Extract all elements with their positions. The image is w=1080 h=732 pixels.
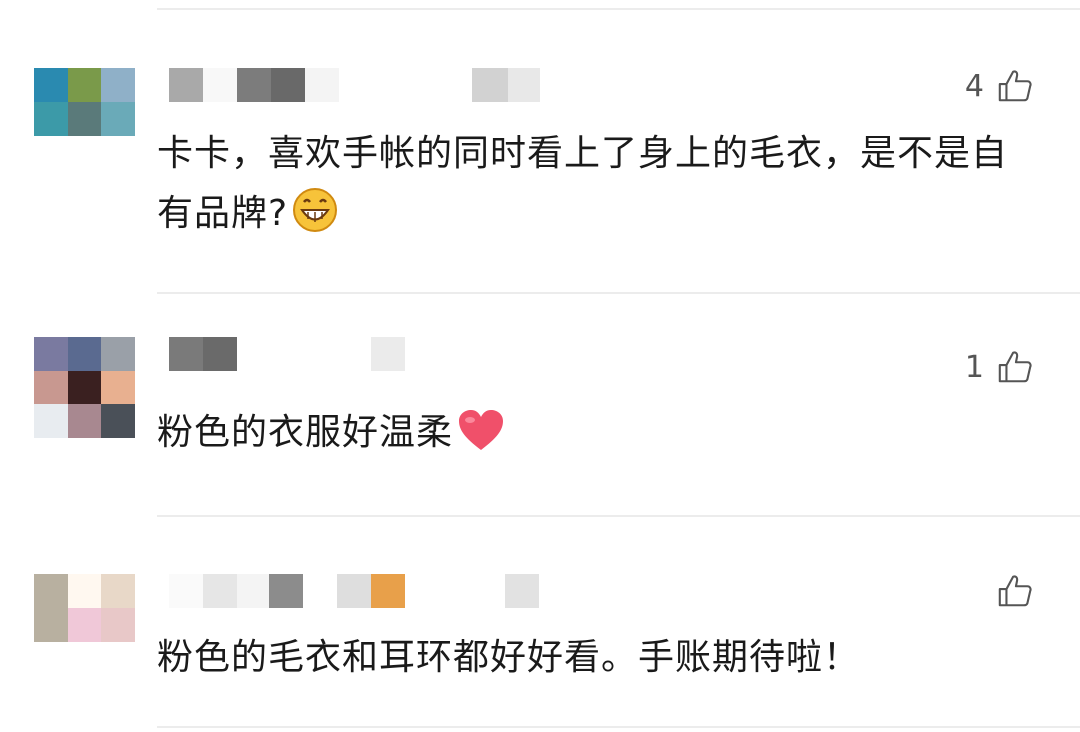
comment-text-content: 粉色的衣服好温柔 (157, 412, 454, 453)
avatar-pixel (34, 404, 68, 438)
avatar[interactable] (34, 574, 135, 642)
avatar-pixel (34, 102, 68, 136)
mosaic-block (371, 337, 405, 371)
mosaic-block (237, 574, 269, 608)
username-mosaic[interactable] (157, 574, 757, 608)
avatar-pixel (34, 337, 68, 371)
mosaic-block (271, 68, 305, 102)
avatar-pixel (67, 102, 102, 136)
comment-text-content: 卡卡，喜欢手帐的同时看上了身上的毛衣，是不是自有品牌? (157, 133, 1009, 234)
username-mosaic[interactable] (157, 68, 757, 102)
mosaic-block (203, 337, 237, 371)
mosaic-block (203, 574, 237, 608)
avatar[interactable] (34, 68, 135, 136)
divider (157, 726, 1080, 728)
mosaic-block (337, 574, 371, 608)
like-button[interactable]: 1 (965, 348, 1034, 386)
mosaic-block (203, 68, 237, 102)
avatar-pixel (34, 68, 68, 102)
mosaic-block (269, 574, 303, 608)
avatar-pixel (67, 337, 102, 371)
avatar-pixel (67, 608, 102, 642)
thumbs-up-icon (996, 348, 1034, 386)
comment-text: 粉色的毛衣和耳环都好好看。手账期待啦！ (157, 628, 1037, 688)
avatar-pixel (101, 404, 135, 438)
avatar[interactable] (34, 337, 135, 438)
avatar-pixel (67, 574, 102, 608)
avatar-pixel (34, 574, 68, 608)
divider (157, 8, 1080, 10)
comment-text-content: 粉色的毛衣和耳环都好好看。手账期待啦！ (157, 637, 861, 678)
avatar-pixel (67, 68, 102, 102)
thumbs-up-icon (996, 67, 1034, 105)
username-mosaic[interactable] (157, 337, 757, 371)
avatar-pixel (34, 608, 68, 642)
avatar-pixel (101, 370, 135, 405)
mosaic-block (169, 574, 203, 608)
grinning-face-emoji (292, 187, 338, 252)
comment-text: 粉色的衣服好温柔 (157, 403, 1037, 471)
mosaic-block (371, 574, 405, 608)
avatar-pixel (101, 102, 135, 136)
mosaic-block (237, 68, 271, 102)
mosaic-block (505, 574, 539, 608)
mosaic-block (508, 68, 540, 102)
thumbs-up-icon (996, 572, 1034, 610)
mosaic-block (169, 68, 203, 102)
avatar-pixel (34, 370, 68, 405)
like-button[interactable] (984, 572, 1034, 610)
avatar-pixel (101, 68, 135, 102)
avatar-pixel (67, 404, 102, 438)
avatar-pixel (101, 574, 135, 608)
mosaic-block (305, 68, 339, 102)
like-count: 4 (964, 68, 984, 104)
avatar-pixel (67, 370, 102, 405)
comment-text: 卡卡，喜欢手帐的同时看上了身上的毛衣，是不是自有品牌? (157, 124, 1037, 252)
red-heart-emoji (457, 408, 505, 471)
avatar-pixel (101, 337, 135, 371)
avatar-pixel (101, 608, 135, 642)
mosaic-block (472, 68, 508, 102)
mosaic-block (169, 337, 203, 371)
like-button[interactable]: 4 (965, 67, 1034, 105)
divider (157, 292, 1080, 294)
like-count: 1 (964, 349, 984, 385)
divider (157, 515, 1080, 517)
